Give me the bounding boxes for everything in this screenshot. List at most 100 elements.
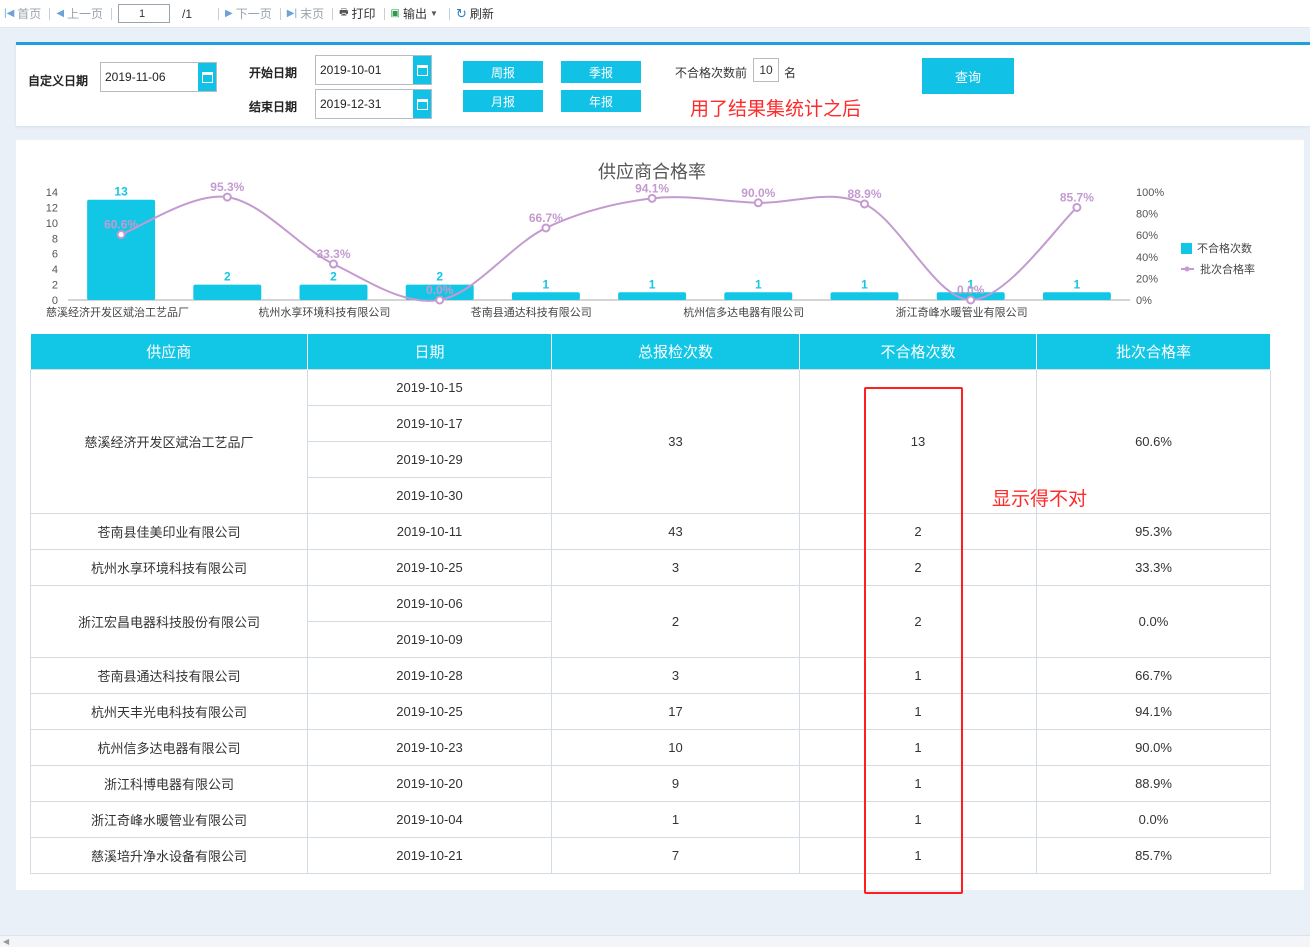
- next-page-button[interactable]: ▶ 下一页: [225, 5, 272, 22]
- bar-data-label: 2: [330, 270, 337, 284]
- total-inspections-cell: 1: [551, 800, 800, 838]
- quarterly-report-button[interactable]: 季报: [561, 61, 641, 83]
- print-button[interactable]: 🖶 打印: [339, 5, 375, 22]
- legend-line-marker: [1184, 266, 1190, 272]
- table-row: 苍南县通达科技有限公司 2019-10-28 3 1 66.7%: [30, 656, 1271, 694]
- line-data-label: 95.3%: [210, 180, 244, 194]
- bar-data-label: 1: [755, 277, 762, 291]
- header-failed-count: 不合格次数: [799, 334, 1037, 369]
- page-number-input[interactable]: [118, 4, 171, 23]
- date-cell: 2019-10-17: [307, 404, 552, 442]
- pass-rate-point: [329, 259, 338, 269]
- supplier-cell: 浙江奇峰水暖管业有限公司: [30, 800, 308, 838]
- date-cell: 2019-10-20: [307, 764, 552, 802]
- pass-rate-point: [647, 193, 657, 203]
- bar-failed-count: [830, 292, 899, 300]
- bar-failed-count: [193, 284, 262, 300]
- chevron-down-icon: ▼: [430, 9, 438, 18]
- custom-date-field[interactable]: 2019-11-06: [100, 62, 217, 92]
- refresh-label: 刷新: [469, 7, 494, 21]
- bar-failed-count: [511, 292, 580, 300]
- pass-rate-cell: 0.0%: [1036, 800, 1271, 838]
- custom-date-value: 2019-11-06: [105, 70, 166, 84]
- pass-rate-point: [541, 223, 551, 233]
- supplier-table: 供应商 日期 总报检次数 不合格次数 批次合格率 慈溪经济开发区斌治工艺品厂 20…: [30, 334, 1271, 874]
- supplier-cell: 慈溪经济开发区斌治工艺品厂: [30, 368, 308, 514]
- total-inspections-cell: 33: [551, 368, 800, 514]
- horizontal-scrollbar[interactable]: ◀: [0, 935, 1310, 947]
- query-button[interactable]: 查询: [922, 58, 1014, 94]
- date-cell: 2019-10-06: [307, 584, 552, 622]
- total-inspections-cell: 9: [551, 764, 800, 802]
- left-axis-tick-label: 8: [52, 233, 58, 245]
- supplier-cell: 杭州信多达电器有限公司: [30, 728, 308, 766]
- toolbar-divider: [218, 7, 220, 20]
- left-axis-tick-label: 12: [46, 202, 58, 214]
- calendar-icon: [416, 64, 428, 76]
- first-page-button[interactable]: |◀ 首页: [4, 5, 41, 22]
- scroll-left-icon: ◀: [3, 937, 10, 946]
- monthly-report-button[interactable]: 月报: [463, 90, 543, 112]
- export-button[interactable]: ▣ 输出 ▼: [391, 5, 441, 22]
- x-axis-category-label: 杭州水享环境科技有限公司: [258, 305, 390, 319]
- table-row: 浙江科博电器有限公司 2019-10-20 9 1 88.9%: [30, 764, 1271, 802]
- refresh-icon: ↻: [455, 5, 467, 21]
- line-data-label: 88.9%: [847, 187, 881, 201]
- yearly-report-button[interactable]: 年报: [561, 90, 641, 112]
- custom-date-calendar-button[interactable]: [198, 63, 216, 91]
- date-cell: 2019-10-15: [307, 368, 552, 406]
- end-date-field[interactable]: 2019-12-31: [315, 89, 432, 119]
- line-data-label: 33.3%: [316, 247, 350, 261]
- bar-data-label: 2: [436, 270, 443, 284]
- total-inspections-cell: 17: [551, 692, 800, 730]
- supplier-cell: 慈溪培升净水设备有限公司: [30, 836, 308, 874]
- calendar-icon: [416, 98, 428, 110]
- table-row: 慈溪经济开发区斌治工艺品厂 2019-10-15 33 13 60.6%: [30, 368, 1271, 514]
- header-total-inspections: 总报检次数: [551, 334, 800, 369]
- total-inspections-cell: 2: [551, 584, 800, 658]
- pass-rate-cell: 33.3%: [1036, 548, 1271, 586]
- pass-rate-cell: 90.0%: [1036, 728, 1271, 766]
- annotation-highlight-box: [864, 387, 963, 894]
- topn-prefix-label: 不合格次数前: [675, 66, 748, 80]
- date-cell: 2019-10-28: [307, 656, 552, 694]
- printer-icon: 🖶: [339, 7, 349, 18]
- left-axis-tick-label: 10: [46, 218, 58, 230]
- pass-rate-point: [753, 198, 763, 208]
- weekly-report-button[interactable]: 周报: [463, 61, 543, 83]
- left-axis-tick-label: 6: [52, 249, 58, 261]
- line-data-label: 94.1%: [635, 181, 669, 195]
- line-data-label: 60.6%: [104, 218, 138, 232]
- bar-data-label: 13: [114, 185, 128, 199]
- refresh-button[interactable]: ↻ 刷新: [456, 5, 494, 22]
- annotation-wrong-display-note: 显示得不对: [992, 489, 1088, 510]
- first-page-label: 首页: [17, 7, 42, 21]
- date-cell: 2019-10-04: [307, 800, 552, 838]
- start-date-calendar-button[interactable]: [413, 56, 431, 84]
- pass-rate-cell: 94.1%: [1036, 692, 1271, 730]
- supplier-cell: 苍南县佳美印业有限公司: [30, 512, 308, 550]
- end-date-calendar-button[interactable]: [413, 90, 431, 118]
- last-page-button[interactable]: ▶| 末页: [287, 5, 324, 22]
- start-date-field[interactable]: 2019-10-01: [315, 55, 432, 85]
- date-cell: 2019-10-25: [307, 692, 552, 730]
- date-cell: 2019-10-11: [307, 512, 552, 550]
- toolbar-divider: [332, 7, 334, 20]
- total-inspections-cell: 3: [551, 656, 800, 694]
- bar-data-label: 2: [224, 270, 231, 284]
- toolbar-divider: [279, 7, 281, 20]
- total-inspections-cell: 10: [551, 728, 800, 766]
- prev-page-label: 上一页: [67, 7, 104, 21]
- right-axis-tick-label: 100%: [1136, 187, 1164, 199]
- date-cell: 2019-10-23: [307, 728, 552, 766]
- pass-rate-cell: 0.0%: [1036, 584, 1271, 658]
- date-cell: 2019-10-25: [307, 548, 552, 586]
- date-cell: 2019-10-29: [307, 440, 552, 478]
- line-data-label: 66.7%: [529, 211, 563, 225]
- prev-page-button[interactable]: ◀ 上一页: [56, 5, 103, 22]
- toolbar-divider: [448, 7, 450, 20]
- start-date-label: 开始日期: [249, 66, 298, 80]
- right-axis-tick-label: 80%: [1136, 209, 1158, 221]
- line-data-label: 0.0%: [957, 283, 985, 297]
- topn-input[interactable]: 10: [753, 58, 779, 82]
